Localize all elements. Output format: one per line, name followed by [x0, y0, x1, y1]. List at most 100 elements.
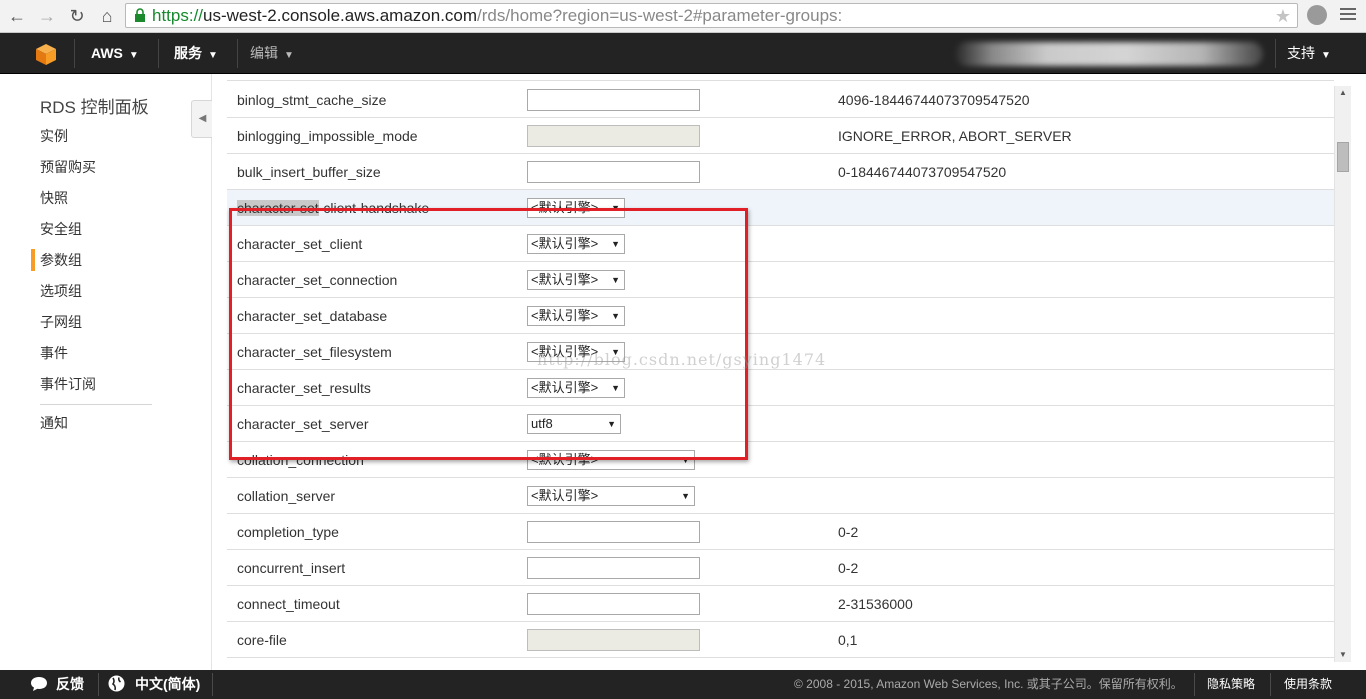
support-menu[interactable]: 支持 ▼: [1287, 33, 1331, 74]
url-scheme: https://: [152, 6, 204, 25]
back-icon[interactable]: ←: [6, 5, 28, 27]
url-path: /rds/home?region=us-west-2#parameter-gro…: [477, 6, 843, 25]
scroll-up-icon[interactable]: ▲: [1335, 86, 1351, 100]
services-menu-label: 服务: [174, 45, 202, 61]
services-menu[interactable]: 服务 ▼: [174, 33, 218, 74]
globe-icon[interactable]: [1307, 5, 1327, 25]
vertical-scrollbar[interactable]: ▲ ▼: [1334, 86, 1351, 662]
chevron-down-icon: ▼: [208, 50, 218, 61]
table-row: bulk_insert_buffer_size 0-18446744073709…: [227, 154, 1334, 190]
allowed-values: 0,1: [838, 632, 858, 648]
select-value: <默认引擎>: [531, 452, 599, 467]
table-row: character-set-client-handshake <默认引擎> ▼: [227, 190, 1334, 226]
select-value: <默认引擎>: [531, 308, 599, 323]
sidebar-title[interactable]: RDS 控制面板: [40, 93, 149, 118]
allowed-values: 2-31536000: [838, 596, 913, 612]
chevron-down-icon: ▼: [284, 50, 294, 61]
scroll-down-icon[interactable]: ▼: [1335, 648, 1351, 662]
parameter-value-select[interactable]: <默认引擎> ▼: [527, 378, 625, 398]
table-row: character_set_database <默认引擎> ▼: [227, 298, 1334, 334]
chevron-down-icon: ▼: [128, 50, 139, 61]
parameter-value-input[interactable]: [527, 89, 700, 111]
collapse-sidebar-button[interactable]: ◀: [191, 100, 213, 138]
language-selector[interactable]: 中文(简体): [108, 670, 200, 699]
parameter-name: collation_connection: [237, 452, 364, 468]
parameter-name: concurrent_insert: [237, 560, 346, 576]
dropdown-arrow-icon: ▼: [611, 239, 620, 249]
dropdown-arrow-icon: ▼: [611, 275, 620, 285]
table-row: character_set_client <默认引擎> ▼: [227, 226, 1334, 262]
terms-of-use-link[interactable]: 使用条款: [1284, 670, 1332, 699]
parameter-value-select[interactable]: utf8 ▼: [527, 414, 621, 434]
table-row: binlog_stmt_cache_size 4096-184467440737…: [227, 82, 1334, 118]
scrollbar-thumb[interactable]: [1337, 142, 1349, 172]
sidebar-item-event-subscriptions[interactable]: 事件订阅: [40, 374, 96, 394]
select-value: <默认引擎>: [531, 272, 599, 287]
parameter-value-input: [527, 629, 700, 651]
sidebar-item-notifications[interactable]: 通知: [40, 413, 68, 433]
dropdown-arrow-icon: ▼: [607, 419, 616, 429]
select-value: <默认引擎>: [531, 380, 599, 395]
rds-sidebar: RDS 控制面板 实例 预留购买 快照 安全组 参数组 选项组 子网组 事件 事…: [0, 74, 212, 670]
parameter-name: character_set_connection: [237, 272, 398, 288]
parameter-name: binlogging_impossible_mode: [237, 128, 418, 144]
parameter-value-select[interactable]: <默认引擎> ▼: [527, 306, 625, 326]
sidebar-item-snapshots[interactable]: 快照: [40, 188, 68, 208]
sidebar-item-events[interactable]: 事件: [40, 343, 68, 363]
sidebar-item-security-groups[interactable]: 安全组: [40, 219, 82, 239]
aws-top-nav: AWS ▼ 服务 ▼ 编辑 ▼ 支持 ▼: [0, 33, 1366, 74]
table-row: collation_server <默认引擎> ▼: [227, 478, 1334, 514]
privacy-policy-link[interactable]: 隐私策略: [1207, 670, 1255, 699]
dropdown-arrow-icon: ▼: [681, 455, 690, 465]
table-row: collation_connection <默认引擎> ▼: [227, 442, 1334, 478]
sidebar-item-subnet-groups[interactable]: 子网组: [40, 312, 82, 332]
edit-menu[interactable]: 编辑 ▼: [250, 33, 294, 74]
select-value: <默认引擎>: [531, 200, 599, 215]
parameter-name: connect_timeout: [237, 596, 340, 612]
parameter-value-input[interactable]: [527, 593, 700, 615]
feedback-label: 反馈: [56, 676, 84, 692]
sidebar-item-instances[interactable]: 实例: [40, 126, 68, 146]
select-value: utf8: [531, 416, 553, 431]
aws-menu[interactable]: AWS ▼: [91, 33, 139, 74]
parameter-value-select[interactable]: <默认引擎> ▼: [527, 450, 695, 470]
parameter-value-select[interactable]: <默认引擎> ▼: [527, 486, 695, 506]
dropdown-arrow-icon: ▼: [611, 203, 620, 213]
selected-text: character-set: [237, 200, 319, 216]
parameter-value-input[interactable]: [527, 557, 700, 579]
parameter-value-select[interactable]: <默认引擎> ▼: [527, 270, 625, 290]
browser-toolbar: ← → ↻ ⌂ https://us-west-2.console.aws.am…: [0, 0, 1366, 33]
sidebar-item-parameter-groups[interactable]: 参数组: [40, 250, 82, 270]
allowed-values: IGNORE_ERROR, ABORT_SERVER: [838, 128, 1072, 144]
parameter-value-select[interactable]: <默认引擎> ▼: [527, 342, 625, 362]
dropdown-arrow-icon: ▼: [681, 491, 690, 501]
parameter-name: character_set_server: [237, 416, 369, 432]
sidebar-item-option-groups[interactable]: 选项组: [40, 281, 82, 301]
parameter-value-input[interactable]: [527, 161, 700, 183]
sidebar-item-reserved-purchases[interactable]: 预留购买: [40, 157, 96, 177]
feedback-button[interactable]: 反馈: [30, 670, 84, 699]
browser-menu-icon[interactable]: [1340, 8, 1356, 22]
reload-icon[interactable]: ↻: [66, 5, 88, 27]
console-footer: 反馈 中文(简体) © 2008 - 2015, Amazon Web Serv…: [0, 670, 1366, 699]
parameter-value-select[interactable]: <默认引擎> ▼: [527, 198, 625, 218]
parameter-name: completion_type: [237, 524, 339, 540]
parameter-value-input: [527, 125, 700, 147]
language-label: 中文(简体): [135, 676, 201, 692]
aws-logo-icon[interactable]: [34, 42, 58, 66]
table-row: character_set_connection <默认引擎> ▼: [227, 262, 1334, 298]
chevron-down-icon: ▼: [1321, 50, 1331, 61]
globe-icon: [108, 675, 125, 692]
lock-icon: [135, 8, 145, 22]
url-host: us-west-2.console.aws.amazon.com: [203, 6, 478, 25]
home-icon[interactable]: ⌂: [96, 5, 118, 27]
parameter-value-input[interactable]: [527, 521, 700, 543]
parameter-value-select[interactable]: <默认引擎> ▼: [527, 234, 625, 254]
address-bar[interactable]: https://us-west-2.console.aws.amazon.com…: [125, 3, 1298, 28]
support-menu-label: 支持: [1287, 45, 1315, 61]
bookmark-star-icon[interactable]: ★: [1275, 6, 1291, 26]
table-row: character_set_filesystem <默认引擎> ▼: [227, 334, 1334, 370]
forward-icon[interactable]: →: [36, 5, 58, 27]
account-info-redacted[interactable]: [955, 42, 1263, 66]
parameter-name-rest: -client-handshake: [318, 200, 430, 216]
